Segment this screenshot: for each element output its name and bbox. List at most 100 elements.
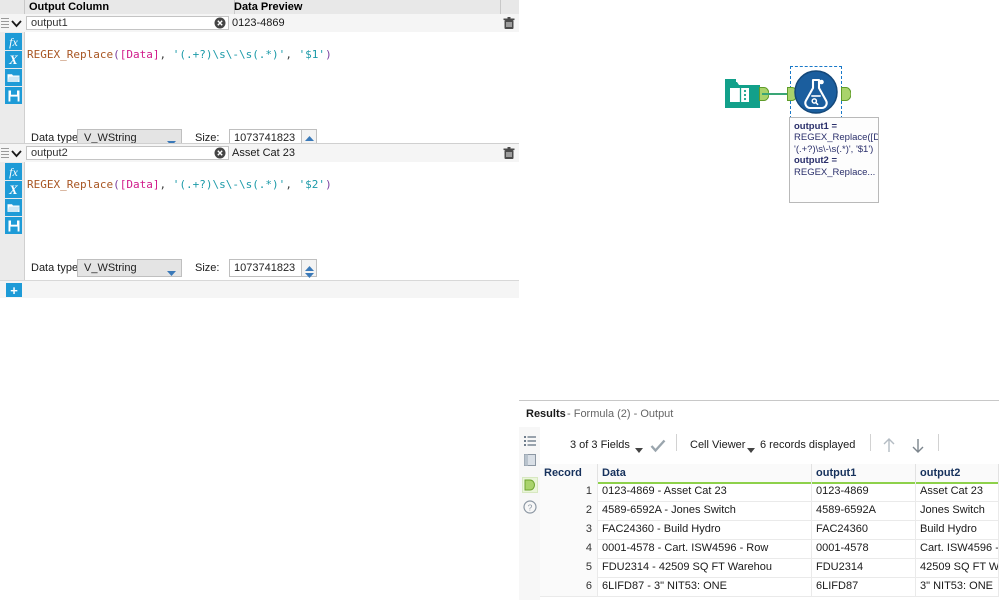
output-name-input-1[interactable] bbox=[26, 16, 229, 30]
cell-output1[interactable]: FAC24360 bbox=[812, 520, 916, 539]
results-subtitle: - Formula (2) - Output bbox=[567, 408, 674, 420]
cell-record: 5 bbox=[540, 558, 598, 577]
cell-record: 6 bbox=[540, 577, 598, 596]
grid-header-record[interactable]: Record bbox=[540, 464, 598, 482]
formula-token: ( bbox=[113, 178, 120, 191]
output-anchor-indicator[interactable] bbox=[522, 477, 538, 493]
fields-selector[interactable]: 3 of 3 Fields bbox=[570, 439, 630, 451]
grid-header-output2[interactable]: output2 bbox=[916, 464, 999, 482]
cell-data[interactable]: 4589-6592A - Jones Switch bbox=[598, 501, 812, 520]
results-panel: Results - Formula (2) - Output ? 3 of 3 … bbox=[519, 400, 999, 600]
list-view-icon[interactable] bbox=[522, 433, 538, 449]
cell-output1[interactable]: 4589-6592A bbox=[812, 501, 916, 520]
open-folder-icon[interactable] bbox=[5, 69, 22, 86]
formula-tool-icon[interactable] bbox=[794, 70, 838, 114]
clear-icon[interactable] bbox=[214, 147, 226, 159]
size-stepper-2[interactable] bbox=[301, 259, 317, 278]
formula-token: [Data] bbox=[119, 178, 160, 191]
annotation-line1-label: output1 = bbox=[794, 121, 838, 132]
data-type-select-2[interactable]: V_WString bbox=[77, 259, 182, 277]
svg-text:?: ? bbox=[528, 502, 533, 512]
text-input-tool-icon[interactable] bbox=[724, 77, 761, 109]
apply-check-icon[interactable] bbox=[650, 439, 666, 456]
data-type-value: V_WString bbox=[84, 262, 137, 274]
save-disk-icon[interactable] bbox=[5, 217, 22, 234]
chevron-down-icon[interactable] bbox=[9, 145, 24, 161]
config-empty-area bbox=[0, 298, 519, 599]
formula-editor-2[interactable]: REGEX_Replace([Data], '(.+?)\s\-\s(.*)',… bbox=[25, 162, 519, 257]
formula-token: , bbox=[159, 48, 173, 61]
cell-output2[interactable]: Jones Switch bbox=[916, 501, 999, 520]
chevron-down-icon[interactable] bbox=[635, 444, 643, 456]
grid-header-data[interactable]: Data bbox=[598, 464, 812, 482]
cell-output2[interactable]: 42509 SQ FT Warehou bbox=[916, 558, 999, 577]
formula-token: '$2' bbox=[298, 178, 326, 191]
cell-data[interactable]: 6LIFD87 - 3" NIT53: ONE bbox=[598, 577, 812, 596]
formula-token: , bbox=[285, 178, 299, 191]
cell-output1[interactable]: 0123-4869 bbox=[812, 482, 916, 501]
table-row[interactable]: 4 0001-4578 - Cart. ISW4596 - Row 0001-4… bbox=[540, 539, 999, 559]
arrow-up-icon[interactable] bbox=[881, 437, 897, 457]
cell-record: 3 bbox=[540, 520, 598, 539]
delete-icon[interactable] bbox=[503, 147, 515, 160]
cell-output2[interactable]: 3" NIT53: ONE bbox=[916, 577, 999, 596]
table-row[interactable]: 1 0123-4869 - Asset Cat 23 0123-4869 Ass… bbox=[540, 482, 999, 502]
cell-output1[interactable]: 6LIFD87 bbox=[812, 577, 916, 596]
clear-icon[interactable] bbox=[214, 17, 226, 29]
config-column-header: Output Column Data Preview bbox=[0, 0, 519, 15]
records-displayed-label: 6 records displayed bbox=[760, 439, 856, 451]
cell-record: 1 bbox=[540, 482, 598, 501]
formula-editor-1[interactable]: REGEX_Replace([Data], '(.+?)\s\-\s(.*)',… bbox=[25, 32, 519, 127]
table-row[interactable]: 3 FAC24360 - Build Hydro FAC24360 Build … bbox=[540, 520, 999, 540]
header-gutter bbox=[0, 0, 25, 14]
fx-icon[interactable]: fx bbox=[5, 33, 22, 50]
workflow-canvas[interactable]: output1 = REGEX_Replace([Data], '(.+?)\s… bbox=[519, 0, 999, 400]
cell-output1[interactable]: 0001-4578 bbox=[812, 539, 916, 558]
cell-data[interactable]: 0001-4578 - Cart. ISW4596 - Row bbox=[598, 539, 812, 558]
cell-output2[interactable]: Build Hydro bbox=[916, 520, 999, 539]
app-root: Output Column Data Preview 0123-4869 bbox=[0, 0, 999, 600]
drag-grip-icon[interactable] bbox=[1, 148, 9, 158]
formula-icon-strip-2: fx X bbox=[0, 162, 25, 280]
formula-token: '(.+?)\s\-\s(.*)' bbox=[172, 48, 286, 61]
cell-viewer-selector[interactable]: Cell Viewer bbox=[690, 439, 745, 451]
panel-view-icon[interactable] bbox=[522, 452, 538, 468]
drag-grip-icon[interactable] bbox=[1, 18, 9, 28]
add-output-button[interactable]: + bbox=[6, 283, 22, 297]
formula-text-1: REGEX_Replace([Data], '(.+?)\s\-\s(.*)',… bbox=[27, 48, 332, 61]
cell-output2[interactable]: Asset Cat 23 bbox=[916, 482, 999, 501]
delete-icon[interactable] bbox=[503, 17, 515, 30]
cell-record: 4 bbox=[540, 539, 598, 558]
arrow-down-icon[interactable] bbox=[910, 437, 926, 457]
grid-header-output1[interactable]: output1 bbox=[812, 464, 916, 482]
formula-token: ) bbox=[325, 48, 332, 61]
table-row[interactable]: 2 4589-6592A - Jones Switch 4589-6592A J… bbox=[540, 501, 999, 521]
cell-output2[interactable]: Cart. ISW4596 - Row bbox=[916, 539, 999, 558]
table-row[interactable]: 6 6LIFD87 - 3" NIT53: ONE 6LIFD87 3" NIT… bbox=[540, 577, 999, 597]
output-name-row-1: 0123-4869 bbox=[0, 14, 519, 33]
size-input-2[interactable] bbox=[229, 259, 304, 277]
open-folder-icon[interactable] bbox=[5, 199, 22, 216]
output-anchor-formula[interactable] bbox=[841, 87, 852, 101]
formula-token: , bbox=[285, 48, 299, 61]
header-data-preview: Data Preview bbox=[229, 0, 501, 14]
table-row[interactable]: 5 FDU2314 - 42509 SQ FT Warehou FDU2314 … bbox=[540, 558, 999, 578]
variable-x-icon[interactable]: X bbox=[5, 181, 22, 198]
formula-token: , bbox=[159, 178, 173, 191]
toolbar-divider bbox=[870, 434, 871, 451]
save-disk-icon[interactable] bbox=[5, 87, 22, 104]
cell-output1[interactable]: FDU2314 bbox=[812, 558, 916, 577]
formula-token: ( bbox=[113, 48, 120, 61]
annotation-line1-body: REGEX_Replace([Data], '(.+?)\s\-\s(.*)',… bbox=[794, 132, 878, 155]
variable-x-icon[interactable]: X bbox=[5, 51, 22, 68]
fx-icon[interactable]: fx bbox=[5, 163, 22, 180]
formula-token: REGEX_Replace bbox=[27, 48, 114, 61]
results-grid[interactable]: Record Data output1 output2 1 0123-4869 … bbox=[540, 464, 999, 600]
output-name-input-2[interactable] bbox=[26, 146, 229, 160]
help-icon[interactable]: ? bbox=[522, 499, 538, 515]
cell-data[interactable]: 0123-4869 - Asset Cat 23 bbox=[598, 482, 812, 501]
chevron-down-icon[interactable] bbox=[747, 444, 755, 456]
cell-data[interactable]: FDU2314 - 42509 SQ FT Warehou bbox=[598, 558, 812, 577]
chevron-down-icon[interactable] bbox=[9, 15, 24, 31]
cell-data[interactable]: FAC24360 - Build Hydro bbox=[598, 520, 812, 539]
